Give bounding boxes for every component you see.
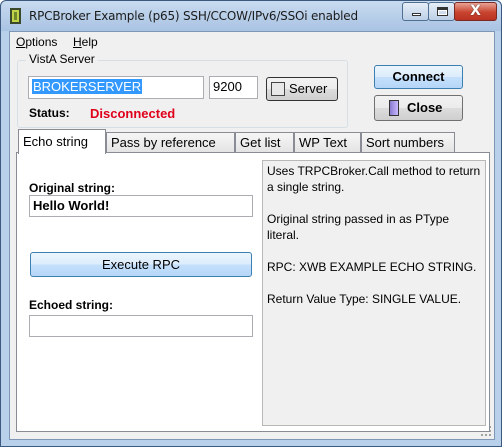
tab-wp-text[interactable]: WP Text (294, 132, 361, 153)
menu-bar: Options Help (10, 32, 494, 51)
server-button-label: Server (289, 81, 328, 96)
info-memo[interactable]: Uses TRPCBroker.Call method to return a … (262, 160, 486, 426)
group-legend: VistA Server (26, 52, 98, 66)
info-paragraph: Original string passed in as PType liter… (267, 212, 450, 242)
close-button-label: Close (407, 100, 443, 115)
server-button[interactable]: Server (266, 77, 338, 101)
close-window-button[interactable]: X (454, 2, 497, 21)
close-button[interactable]: Close (374, 95, 463, 121)
echo-string-panel: Original string: Hello World! Execute RP… (16, 152, 490, 432)
maximize-icon (437, 7, 448, 16)
server-icon (271, 82, 285, 96)
status-label: Status: (29, 106, 70, 120)
info-paragraph: Return Value Type: SINGLE VALUE. (267, 292, 462, 306)
title-bar[interactable]: RPCBroker Example (p65) SSH/CCOW/IPv6/SS… (1, 1, 501, 31)
tab-sort-numbers[interactable]: Sort numbers (361, 132, 455, 153)
tab-get-list[interactable]: Get list (235, 132, 294, 153)
maximize-button[interactable] (428, 2, 455, 21)
menu-help[interactable]: Help (73, 35, 98, 49)
menu-help-label: elp (81, 35, 98, 49)
tab-pass-by-reference[interactable]: Pass by reference (106, 132, 235, 153)
connect-button[interactable]: Connect (374, 65, 463, 89)
tab-echo-string[interactable]: Echo string (18, 129, 106, 154)
door-icon (389, 100, 399, 116)
echoed-string-label: Echoed string: (29, 298, 114, 312)
original-string-input[interactable]: Hello World! (29, 195, 253, 217)
minimize-button[interactable] (402, 2, 429, 21)
menu-options-label: ptions (25, 35, 58, 49)
original-string-label: Original string: (29, 181, 116, 195)
window-title: RPCBroker Example (p65) SSH/CCOW/IPv6/SS… (29, 9, 358, 23)
info-paragraph: Uses TRPCBroker.Call method to return a … (267, 164, 481, 194)
client-area: Options Help VistA Server BROKERSERVER 9… (9, 31, 495, 440)
menu-help-mnemonic: H (73, 35, 82, 49)
execute-rpc-button[interactable]: Execute RPC (30, 252, 252, 277)
status-value: Disconnected (90, 106, 176, 121)
menu-options-mnemonic: O (16, 35, 26, 49)
close-icon: X (470, 3, 481, 19)
port-input[interactable]: 9200 (209, 76, 258, 99)
app-icon (10, 8, 21, 24)
server-name-input[interactable]: BROKERSERVER (28, 76, 204, 99)
server-name-value: BROKERSERVER (32, 79, 143, 94)
app-window: RPCBroker Example (p65) SSH/CCOW/IPv6/SS… (0, 0, 502, 447)
minimize-icon (412, 13, 421, 16)
echoed-string-input[interactable] (29, 315, 253, 337)
menu-options[interactable]: Options (16, 35, 57, 49)
info-paragraph: RPC: XWB EXAMPLE ECHO STRING. (267, 260, 477, 274)
